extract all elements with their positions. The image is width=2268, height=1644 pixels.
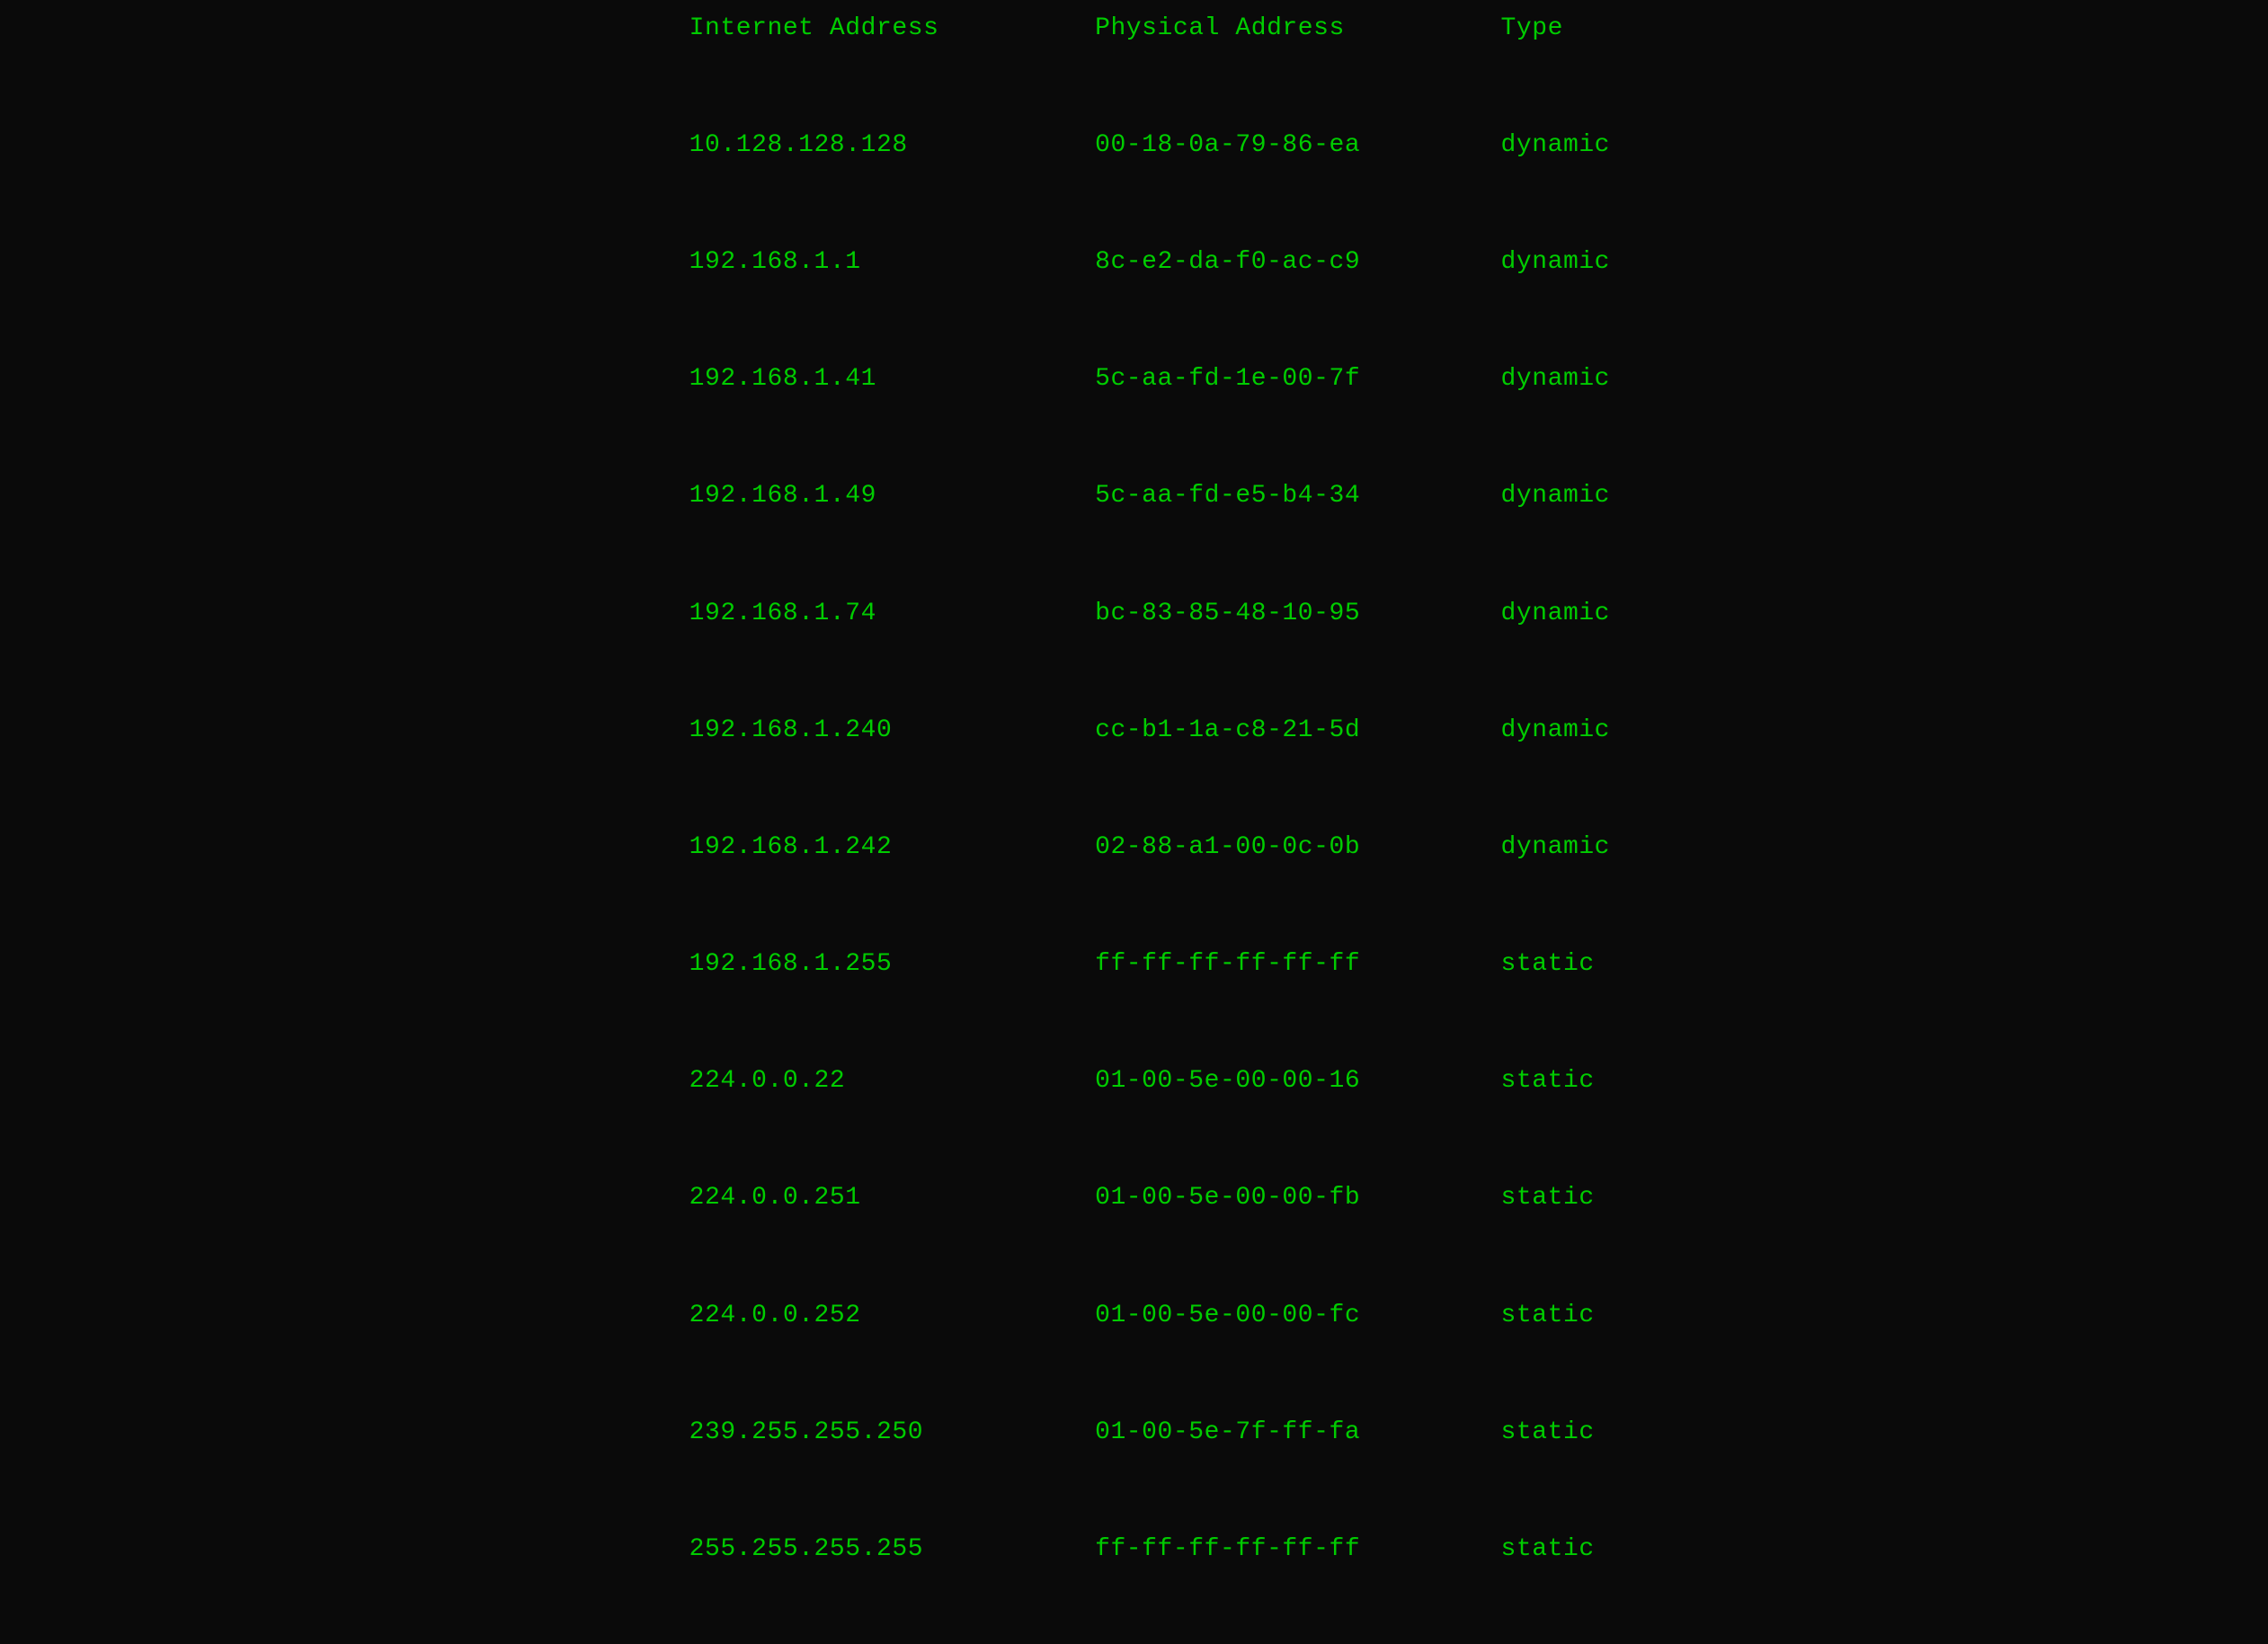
row-8: 192.168.1.255 ff-ff-ff-ff-ff-ff static: [658, 945, 1610, 983]
row-13: 255.255.255.255 ff-ff-ff-ff-ff-ff static: [658, 1530, 1610, 1568]
row-11: 224.0.0.252 01-00-5e-00-00-fc static: [658, 1296, 1610, 1335]
row-4: 192.168.1.49 5c-aa-fd-e5-b4-34 dynamic: [658, 476, 1610, 515]
row-12: 239.255.255.250 01-00-5e-7f-ff-fa static: [658, 1413, 1610, 1452]
row-3: 192.168.1.41 5c-aa-fd-1e-00-7f dynamic: [658, 360, 1610, 398]
row-1: 10.128.128.128 00-18-0a-79-86-ea dynamic: [658, 126, 1610, 164]
terminal-window: C:\>arp -a Interface: 192.168.1.75 --- 0…: [622, 0, 1646, 1644]
row-9: 224.0.0.22 01-00-5e-00-00-16 static: [658, 1062, 1610, 1100]
row-5: 192.168.1.74 bc-83-85-48-10-95 dynamic: [658, 594, 1610, 633]
row-10: 224.0.0.251 01-00-5e-00-00-fb static: [658, 1178, 1610, 1217]
row-7: 192.168.1.242 02-88-a1-00-0c-0b dynamic: [658, 828, 1610, 866]
row-6: 192.168.1.240 cc-b1-1a-c8-21-5d dynamic: [658, 711, 1610, 750]
row-2: 192.168.1.1 8c-e2-da-f0-ac-c9 dynamic: [658, 243, 1610, 281]
header-line: Internet Address Physical Address Type: [658, 9, 1610, 48]
